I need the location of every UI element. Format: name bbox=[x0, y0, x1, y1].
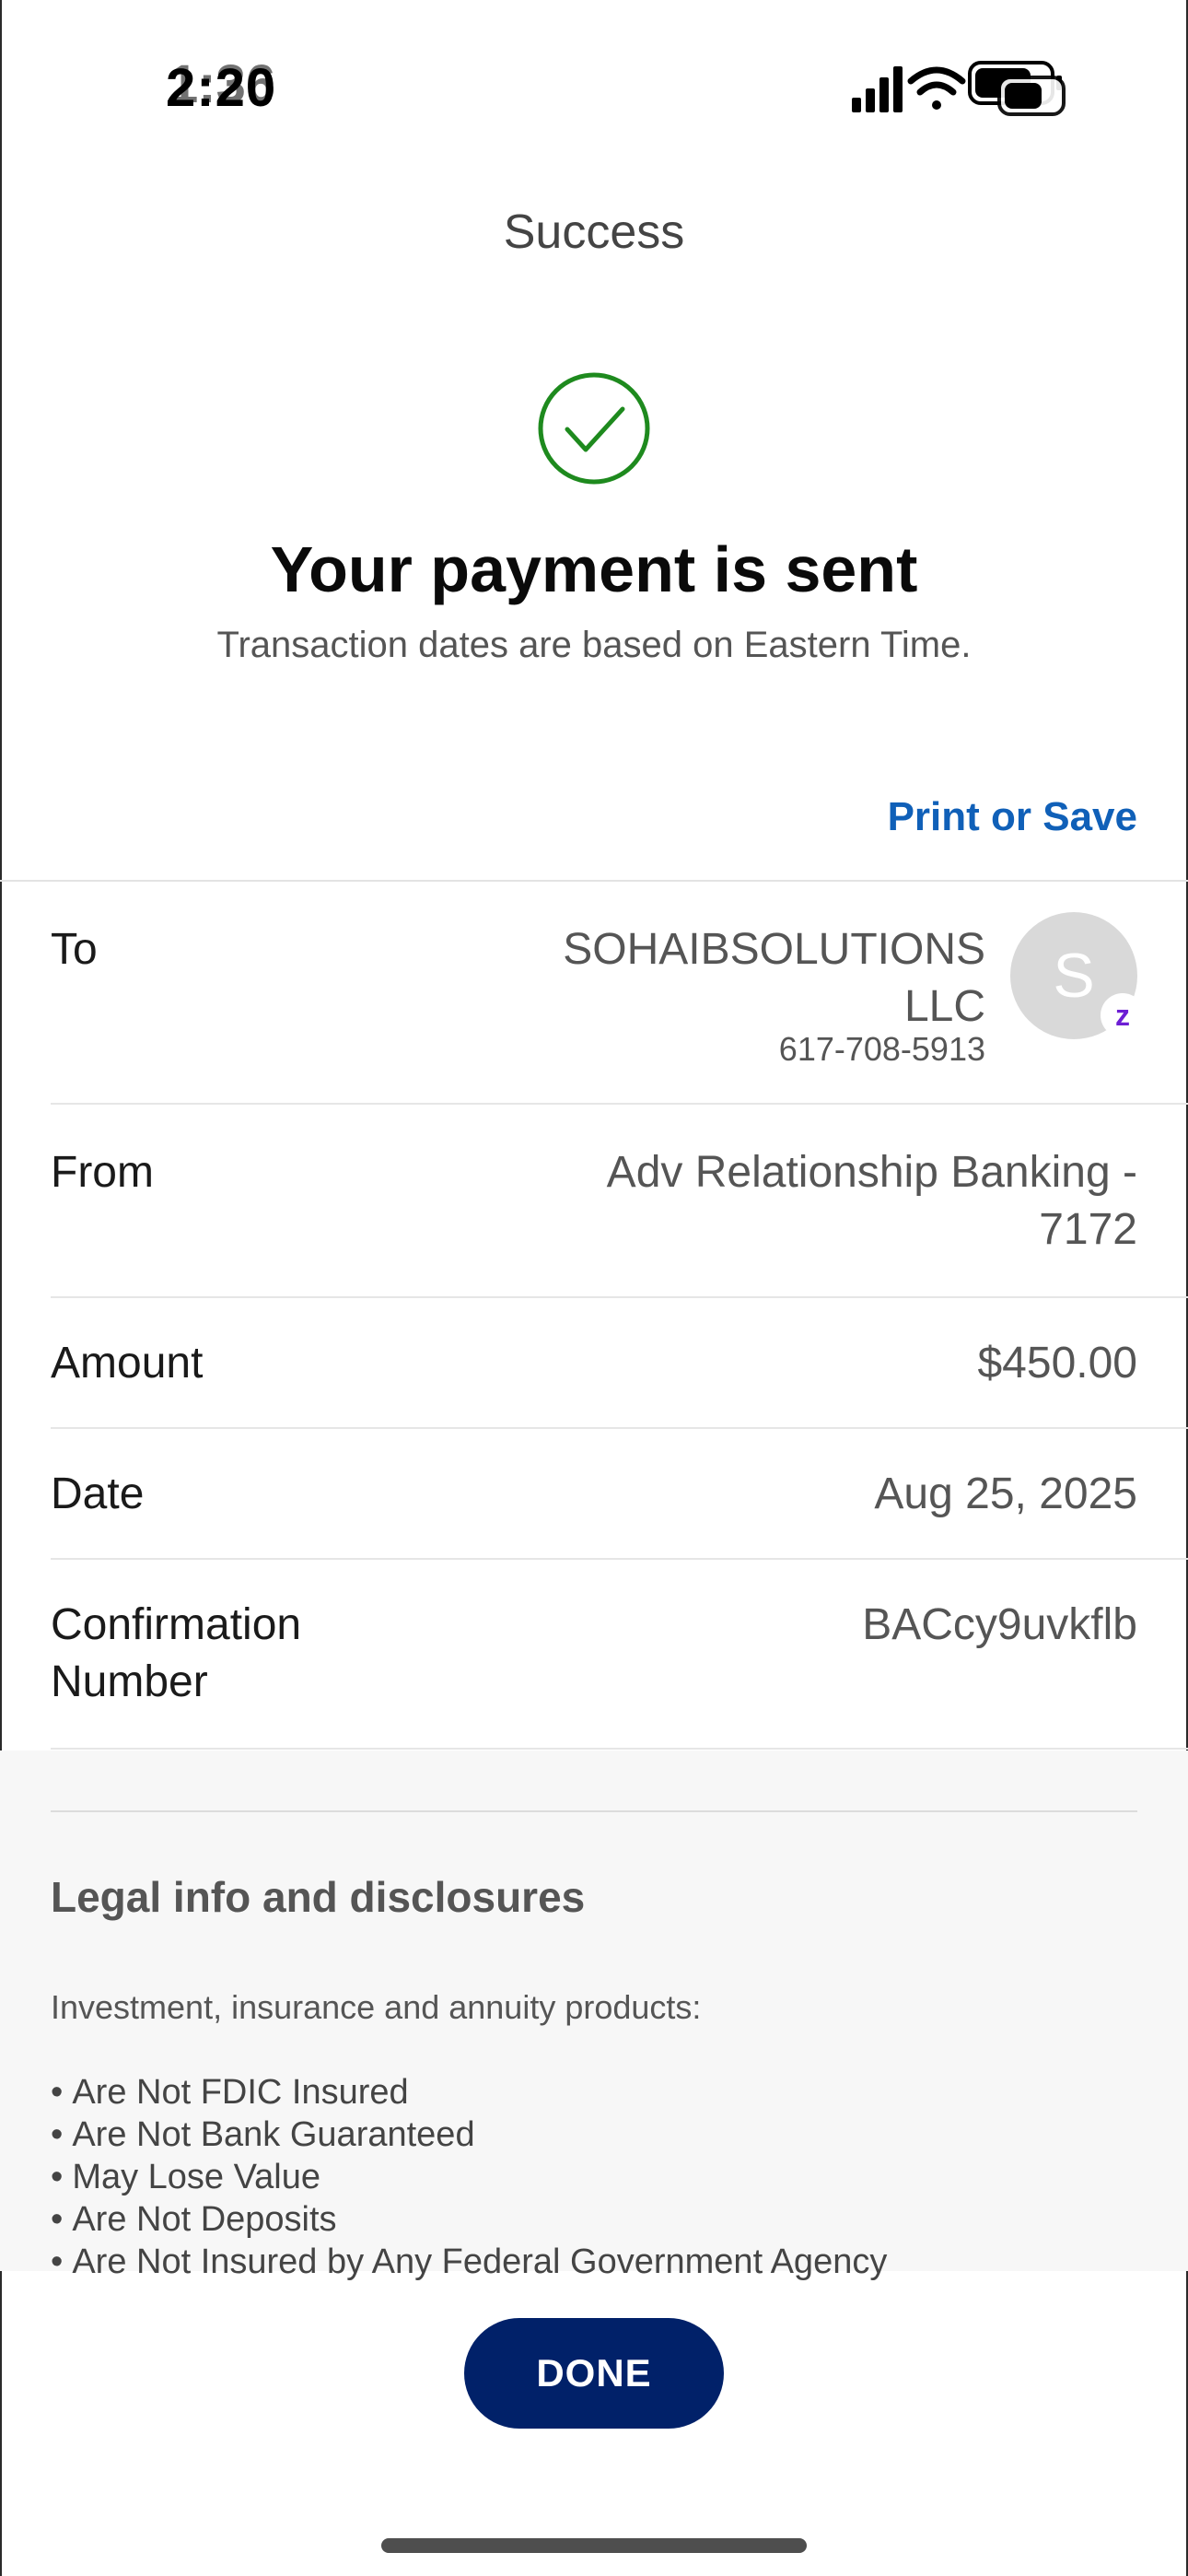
legal-item: May Lose Value bbox=[51, 2156, 887, 2198]
divider bbox=[51, 1748, 1188, 1750]
avatar-letter: S bbox=[1053, 941, 1095, 1011]
date-label: Date bbox=[51, 1469, 145, 1518]
signal-icon bbox=[852, 66, 903, 112]
detail-row-from: From Adv Relationship Banking - 7172 bbox=[51, 1144, 1137, 1264]
payee-phone: 617-708-5913 bbox=[778, 1030, 985, 1068]
legal-title: Legal info and disclosures bbox=[51, 1873, 586, 1921]
legal-item: Are Not Deposits bbox=[51, 2198, 887, 2241]
detail-row-date: Date Aug 25, 2025 bbox=[51, 1466, 1137, 1523]
check-circle-icon bbox=[538, 372, 650, 485]
from-value-line1: Adv Relationship Banking - bbox=[606, 1148, 1137, 1197]
divider bbox=[51, 1558, 1188, 1560]
status-icons bbox=[852, 61, 1066, 116]
to-label: To bbox=[51, 925, 98, 974]
legal-item: Are Not Bank Guaranteed bbox=[51, 2113, 887, 2156]
confirmation-label-line2: Number bbox=[51, 1657, 208, 1706]
from-label: From bbox=[51, 1148, 154, 1197]
wifi-icon bbox=[907, 66, 966, 110]
from-value-line2: 7172 bbox=[1039, 1205, 1137, 1254]
detail-row-amount: Amount $450.00 bbox=[51, 1335, 1137, 1392]
payee-name-line1: SOHAIBSOLUTIONS bbox=[563, 925, 985, 974]
legal-section: Legal info and disclosures Investment, i… bbox=[0, 1751, 1188, 2281]
divider bbox=[51, 1427, 1188, 1429]
legal-item: Are Not Insured by Any Federal Governmen… bbox=[51, 2241, 887, 2283]
amount-label: Amount bbox=[51, 1339, 204, 1388]
home-indicator[interactable] bbox=[381, 2538, 807, 2553]
divider bbox=[0, 880, 1188, 882]
detail-row-confirmation: Confirmation Number BACcy9uvkflb bbox=[51, 1597, 1137, 1716]
battery-icon bbox=[968, 61, 1066, 116]
confirmation-label-line1: Confirmation bbox=[51, 1600, 302, 1649]
detail-row-to: To SOHAIBSOLUTIONS LLC 617-708-5913 S z bbox=[51, 912, 1145, 1087]
status-time: 2:20 bbox=[166, 58, 277, 118]
amount-value: $450.00 bbox=[977, 1339, 1137, 1388]
page-title: Success bbox=[503, 205, 685, 259]
print-or-save-link[interactable]: Print or Save bbox=[888, 794, 1137, 840]
date-value: Aug 25, 2025 bbox=[874, 1469, 1137, 1518]
divider bbox=[51, 1103, 1188, 1105]
confirmation-number: BACcy9uvkflb bbox=[862, 1600, 1137, 1649]
confirmation-label: Confirmation Number bbox=[51, 1597, 301, 1711]
payee-name: SOHAIBSOLUTIONS LLC bbox=[433, 921, 985, 1036]
legal-item: Are Not FDIC Insured bbox=[51, 2071, 887, 2113]
zelle-icon: z bbox=[1101, 993, 1145, 1037]
confirmation-headline: Your payment is sent bbox=[270, 533, 918, 605]
from-value: Adv Relationship Banking - 7172 bbox=[607, 1144, 1137, 1259]
divider bbox=[51, 1296, 1188, 1298]
divider bbox=[51, 1810, 1137, 1812]
payee-name-line2: LLC bbox=[903, 982, 985, 1031]
done-button[interactable]: DONE bbox=[464, 2318, 724, 2429]
avatar: S z bbox=[1010, 912, 1145, 1039]
legal-list: Are Not FDIC Insured Are Not Bank Guaran… bbox=[51, 2071, 887, 2283]
legal-intro: Investment, insurance and annuity produc… bbox=[51, 1988, 702, 2026]
confirmation-subline: Transaction dates are based on Eastern T… bbox=[216, 625, 972, 665]
